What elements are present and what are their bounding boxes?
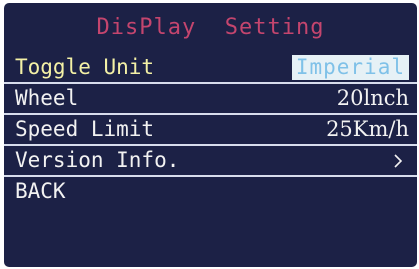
menu-item-speed-limit[interactable]: Speed Limit 25Km/h [4, 115, 417, 146]
settings-menu: Toggle Unit Imperial Wheel 20lnch Speed … [4, 53, 417, 206]
chevron-right-icon [394, 154, 403, 168]
screen-title: DisPlay Setting [96, 15, 325, 40]
menu-item-toggle-unit[interactable]: Toggle Unit Imperial [4, 53, 417, 84]
menu-item-wheel[interactable]: Wheel 20lnch [4, 84, 417, 115]
back-label: BACK [15, 179, 66, 203]
display-setting-screen: DisPlay Setting Toggle Unit Imperial Whe… [4, 3, 417, 267]
menu-item-label: Speed Limit [15, 117, 155, 141]
menu-item-label: Toggle Unit [15, 55, 155, 79]
wheel-size-value: 20lnch [336, 86, 409, 110]
menu-item-label: Version Info. [15, 148, 180, 172]
menu-item-version-info[interactable]: Version Info. [4, 146, 417, 177]
menu-item-label: Wheel [15, 86, 79, 110]
toggle-unit-value[interactable]: Imperial [291, 55, 409, 80]
menu-item-back[interactable]: BACK [4, 177, 417, 206]
speed-limit-value: 25Km/h [326, 117, 409, 141]
